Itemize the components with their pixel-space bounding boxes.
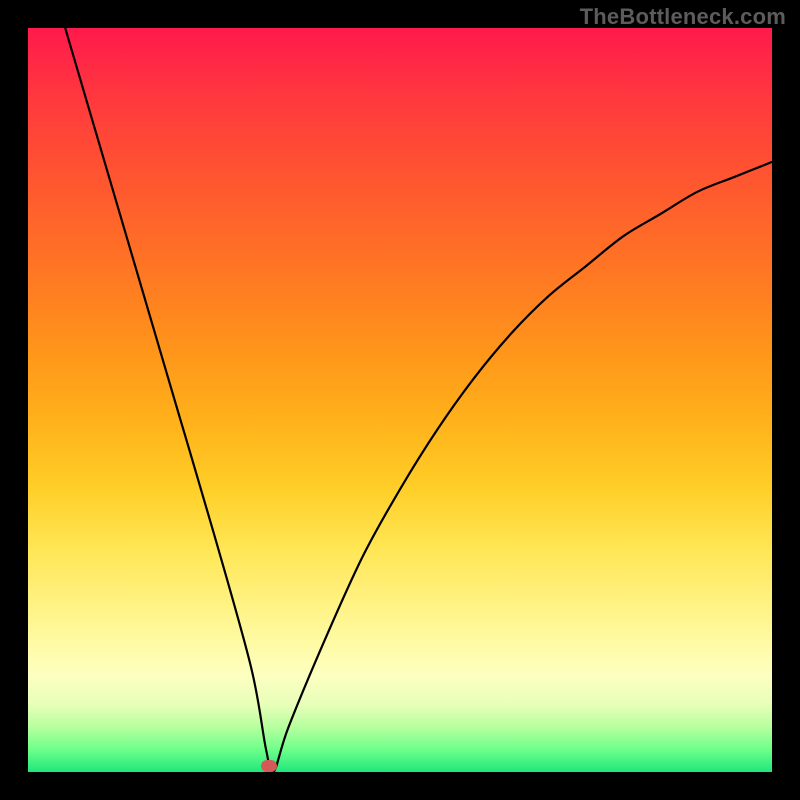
watermark-text: TheBottleneck.com (580, 4, 786, 30)
plot-area (28, 28, 772, 772)
chart-frame: TheBottleneck.com (0, 0, 800, 800)
optimum-marker (261, 760, 277, 772)
